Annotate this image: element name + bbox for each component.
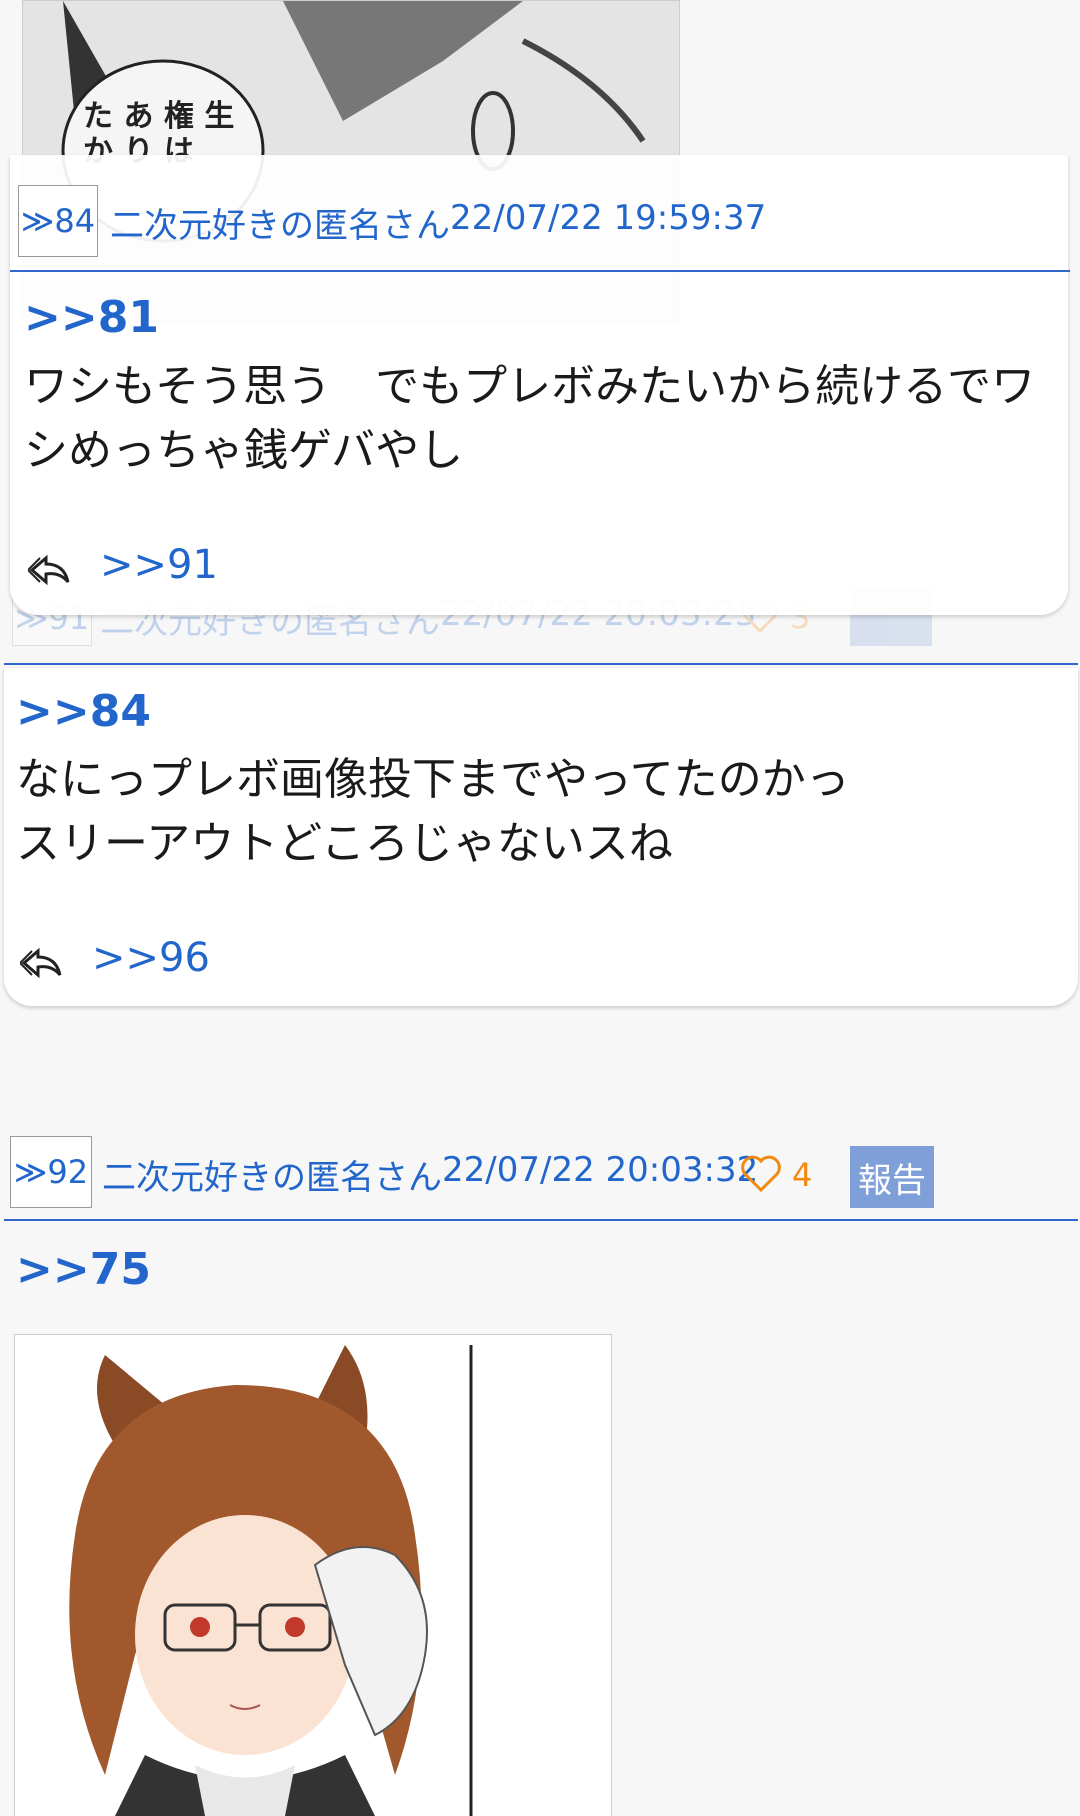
post-84-separator [10, 270, 1070, 272]
svg-text:た あ 権 生: た あ 権 生 [83, 99, 234, 134]
post-84-author: 二次元好きの匿名さん [110, 206, 450, 246]
post-92-image[interactable] [14, 1334, 612, 1816]
post-84-anchor-link[interactable]: >>81 [24, 292, 159, 343]
heart-icon[interactable] [740, 1155, 782, 1193]
anime-character-drawing [15, 1335, 611, 1816]
post-92-author: 二次元好きの匿名さん [102, 1158, 442, 1198]
post-84-body-line-1: ワシもそう思う でもプレボみたいから続けるでワ [24, 361, 1036, 412]
post-91-separator [4, 663, 1078, 665]
post-91-body-line-1: なにっプレボ画像投下までやってたのかっ [16, 754, 850, 805]
post-92-anchor-link[interactable]: >>75 [16, 1244, 151, 1295]
post-84-reply-link[interactable]: >>91 [100, 542, 218, 588]
reply-icon[interactable] [20, 945, 64, 979]
report-button[interactable]: 報告 [850, 1146, 934, 1208]
post-92-like-count: 4 [792, 1156, 813, 1194]
reply-icon[interactable] [28, 552, 72, 586]
post-84-number-box[interactable]: ≫84 [18, 185, 98, 257]
post-92-date: 22/07/22 20:03:32 [442, 1150, 759, 1190]
post-92-number-box[interactable]: ≫92 [10, 1136, 92, 1208]
post-84-date: 22/07/22 19:59:37 [450, 198, 767, 238]
post-91-body-line-2: スリーアウトどころじゃないスね [16, 818, 673, 869]
post-91-reply-link[interactable]: >>96 [92, 935, 210, 981]
post-84-body-line-2: シめっちゃ銭ゲバやし [24, 425, 464, 476]
post-91-anchor-link[interactable]: >>84 [16, 686, 151, 737]
post-92-separator [4, 1219, 1078, 1221]
